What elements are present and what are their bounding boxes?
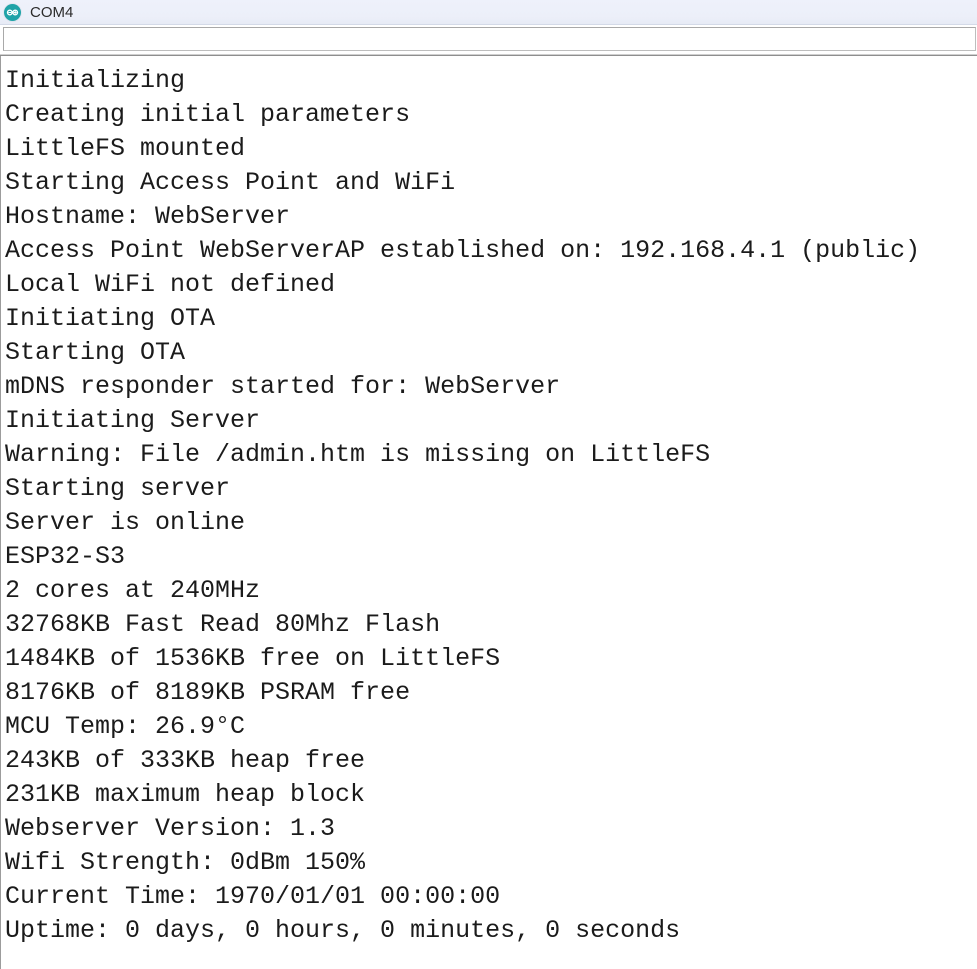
serial-output-line: Starting server bbox=[5, 474, 231, 503]
serial-output-line: Wifi Strength: 0dBm 150% bbox=[5, 848, 366, 877]
serial-output-line: Creating initial parameters bbox=[5, 100, 411, 129]
serial-output-line: Initiating Server bbox=[5, 406, 261, 435]
serial-output-line: Server is online bbox=[5, 508, 246, 537]
window-title: COM4 bbox=[30, 3, 74, 21]
serial-output-line: 2 cores at 240MHz bbox=[5, 576, 261, 605]
window-titlebar: COM4 bbox=[0, 0, 977, 25]
serial-output-line: ESP32-S3 bbox=[5, 542, 126, 571]
serial-output-line: Warning: File /admin.htm is missing on L… bbox=[5, 440, 711, 469]
serial-output-line: Webserver Version: 1.3 bbox=[5, 814, 336, 843]
serial-output-line: 1484KB of 1536KB free on LittleFS bbox=[5, 644, 501, 673]
serial-output-line: LittleFS mounted bbox=[5, 134, 246, 163]
serial-monitor-window: COM4 Initializing Creating initial parame… bbox=[0, 0, 977, 969]
serial-output-line: 32768KB Fast Read 80Mhz Flash bbox=[5, 610, 441, 639]
serial-send-input[interactable] bbox=[3, 27, 976, 51]
serial-output-panel[interactable]: Initializing Creating initial parameters L… bbox=[0, 56, 977, 969]
serial-output-line: Uptime: 0 days, 0 hours, 0 minutes, 0 se… bbox=[5, 916, 681, 945]
serial-output-line: 231KB maximum heap block bbox=[5, 780, 366, 809]
serial-output-line: Hostname: WebServer bbox=[5, 202, 291, 231]
serial-output-line: Access Point WebServerAP established on:… bbox=[5, 236, 921, 265]
serial-output-line: 8176KB of 8189KB PSRAM free bbox=[5, 678, 411, 707]
serial-output-line: Initializing bbox=[5, 66, 186, 95]
serial-output-line: 243KB of 333KB heap free bbox=[5, 746, 366, 775]
serial-output-text: Initializing Creating initial parameters L… bbox=[1, 56, 977, 948]
serial-output-line: Local WiFi not defined bbox=[5, 270, 336, 299]
serial-output-line: Current Time: 1970/01/01 00:00:00 bbox=[5, 882, 501, 911]
serial-output-line: MCU Temp: 26.9°C bbox=[5, 712, 246, 741]
serial-output-line: Initiating OTA bbox=[5, 304, 216, 333]
serial-output-line: Starting Access Point and WiFi bbox=[5, 168, 456, 197]
arduino-infinity-icon bbox=[4, 3, 21, 21]
send-message-row bbox=[0, 25, 977, 54]
serial-output-line: Starting OTA bbox=[5, 338, 186, 367]
serial-output-line: mDNS responder started for: WebServer bbox=[5, 372, 561, 401]
